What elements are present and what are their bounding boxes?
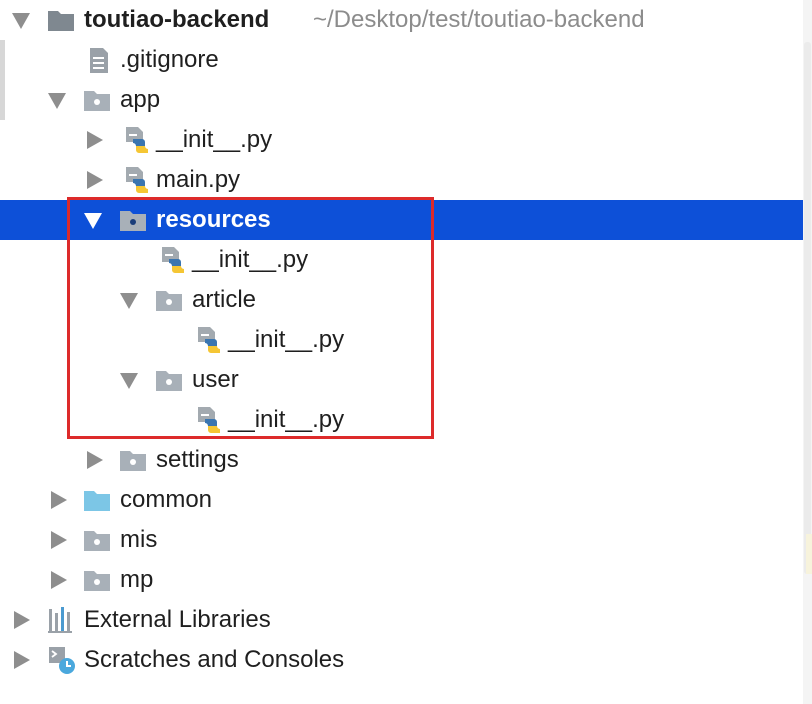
scratches-label: Scratches and Consoles [84, 646, 345, 673]
tree-row-project-root[interactable]: toutiao-backend ~/Desktop/test/toutiao-b… [0, 0, 803, 40]
article-folder-label: article [192, 286, 257, 313]
python-file-icon [162, 247, 184, 273]
collapse-arrow-icon[interactable] [87, 451, 103, 469]
user-folder-label: user [192, 366, 239, 393]
folder-icon [156, 291, 182, 311]
user-init-label: __init__.py [228, 406, 345, 433]
scrollbar-marker [806, 534, 812, 574]
external-libraries-label: External Libraries [84, 606, 271, 633]
tree-row-resources-init[interactable]: __init__.py [0, 240, 803, 280]
tree-row-user-init[interactable]: __init__.py [0, 400, 803, 440]
tree-row-main[interactable]: main.py [0, 160, 803, 200]
scratches-icon [49, 647, 75, 674]
collapse-arrow-icon[interactable] [87, 171, 103, 189]
expand-arrow-icon[interactable] [120, 373, 138, 389]
tree-row-common[interactable]: common [0, 480, 803, 520]
resources-init-label: __init__.py [192, 246, 309, 273]
tree-row-article-init[interactable]: __init__.py [0, 320, 803, 360]
settings-folder-label: settings [156, 446, 239, 473]
folder-icon [120, 451, 146, 471]
libraries-icon [48, 607, 72, 633]
collapse-arrow-icon[interactable] [51, 531, 67, 549]
tree-row-external-libraries[interactable]: External Libraries [0, 600, 803, 640]
expand-arrow-icon[interactable] [84, 213, 102, 229]
folder-icon [84, 571, 110, 591]
tree-row-resources[interactable]: resources [0, 200, 803, 240]
project-tree: toutiao-backend ~/Desktop/test/toutiao-b… [0, 0, 803, 704]
mis-folder-label: mis [120, 526, 158, 553]
resources-folder-label: resources [156, 206, 271, 233]
project-name: toutiao-backend [84, 6, 270, 33]
tree-row-app-init[interactable]: __init__.py [0, 120, 803, 160]
tree-row-mis[interactable]: mis [0, 520, 803, 560]
expand-arrow-icon[interactable] [12, 13, 30, 29]
python-file-icon [126, 127, 148, 153]
collapse-arrow-icon[interactable] [87, 131, 103, 149]
article-init-label: __init__.py [228, 326, 345, 353]
folder-icon [84, 531, 110, 551]
common-folder-label: common [120, 486, 213, 513]
tree-row-mp[interactable]: mp [0, 560, 803, 600]
python-file-icon [198, 327, 220, 353]
project-path: ~/Desktop/test/toutiao-backend [313, 6, 645, 33]
app-folder-label: app [120, 86, 161, 113]
scrollbar-thumb[interactable] [804, 42, 811, 574]
text-file-icon [90, 48, 108, 73]
folder-icon [84, 91, 110, 111]
tree-row-scratches[interactable]: Scratches and Consoles [0, 640, 803, 680]
mp-folder-label: mp [120, 566, 154, 593]
tree-row-user[interactable]: user [0, 360, 803, 400]
folder-icon [48, 11, 74, 31]
main-label: main.py [156, 166, 241, 193]
collapse-arrow-icon[interactable] [14, 611, 30, 629]
app-init-label: __init__.py [156, 126, 273, 153]
collapse-arrow-icon[interactable] [51, 491, 67, 509]
expand-arrow-icon[interactable] [48, 93, 66, 109]
python-file-icon [126, 167, 148, 193]
tree-row-settings[interactable]: settings [0, 440, 803, 480]
gitignore-label: .gitignore [120, 46, 219, 73]
folder-icon [156, 371, 182, 391]
python-file-icon [198, 407, 220, 433]
tree-row-gitignore[interactable]: .gitignore [0, 40, 803, 80]
expand-arrow-icon[interactable] [120, 293, 138, 309]
folder-icon [120, 211, 146, 231]
tree-row-article[interactable]: article [0, 280, 803, 320]
folder-icon [84, 491, 110, 511]
collapse-arrow-icon[interactable] [51, 571, 67, 589]
tree-row-app[interactable]: app [0, 80, 803, 120]
collapse-arrow-icon[interactable] [14, 651, 30, 669]
